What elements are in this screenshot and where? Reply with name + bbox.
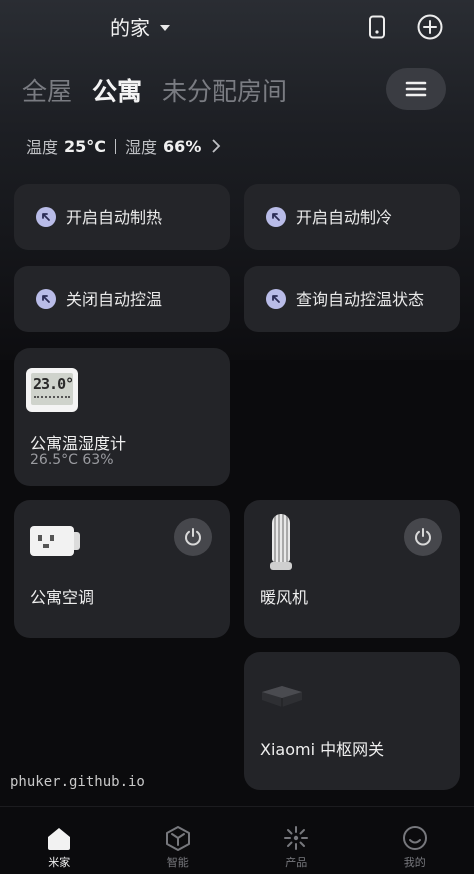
device-card-thermo-hygrometer[interactable]: 23.0° 公寓温湿度计 26.5°C 63% bbox=[14, 348, 230, 486]
device-icon-button[interactable] bbox=[360, 10, 394, 44]
climate-summary[interactable]: 温度 25°C 湿度 66% bbox=[26, 134, 221, 158]
room-tabs: 全屋 公寓 未分配房间 bbox=[22, 72, 287, 108]
home-name: 的家 bbox=[110, 16, 150, 40]
nav-products[interactable]: 产品 bbox=[237, 807, 356, 874]
thermometer-screen-value: 23.0° bbox=[33, 375, 74, 393]
thermometer-device-icon: 23.0° bbox=[26, 368, 78, 412]
nav-label: 米家 bbox=[48, 856, 71, 869]
device-status: 26.5°C 63% bbox=[30, 452, 114, 468]
humidity-value: 66% bbox=[163, 136, 202, 156]
cube-icon bbox=[165, 826, 190, 851]
device-name: 暖风机 bbox=[260, 588, 309, 607]
ac-companion-icon bbox=[30, 526, 80, 556]
hamburger-icon bbox=[405, 81, 427, 97]
nav-label: 产品 bbox=[285, 856, 308, 869]
watermark-text: phuker.github.io bbox=[10, 774, 145, 790]
tab-apartment[interactable]: 公寓 bbox=[92, 72, 142, 108]
chevron-right-icon bbox=[212, 139, 221, 153]
chevron-down-icon bbox=[160, 24, 170, 31]
nav-home[interactable]: 米家 bbox=[0, 807, 119, 874]
scene-arrow-icon bbox=[36, 289, 56, 309]
home-selector[interactable]: 的家 bbox=[110, 12, 170, 41]
bottom-nav: 米家 智能 产品 我的 bbox=[0, 806, 474, 874]
device-card-gateway[interactable]: Xiaomi 中枢网关 bbox=[244, 652, 460, 790]
scene-arrow-icon bbox=[266, 289, 286, 309]
scene-auto-heat-on[interactable]: 开启自动制热 bbox=[14, 184, 230, 250]
device-card-heater[interactable]: 暖风机 bbox=[244, 500, 460, 638]
scene-arrow-icon bbox=[266, 207, 286, 227]
tab-unassigned-rooms[interactable]: 未分配房间 bbox=[162, 72, 287, 108]
heater-device-icon bbox=[270, 514, 292, 570]
scene-label: 开启自动制热 bbox=[66, 207, 163, 227]
add-button[interactable] bbox=[413, 10, 447, 44]
nav-profile[interactable]: 我的 bbox=[356, 807, 474, 874]
power-icon bbox=[185, 528, 201, 546]
nav-label: 我的 bbox=[403, 856, 426, 869]
temperature-value: 25°C bbox=[64, 136, 107, 156]
room-menu-button[interactable] bbox=[386, 68, 446, 110]
scene-arrow-icon bbox=[36, 207, 56, 227]
scene-label: 关闭自动控温 bbox=[66, 289, 163, 309]
nav-smart[interactable]: 智能 bbox=[119, 807, 238, 874]
device-name: Xiaomi 中枢网关 bbox=[260, 740, 385, 759]
tab-whole-house[interactable]: 全屋 bbox=[22, 72, 72, 108]
divider bbox=[115, 138, 117, 154]
plus-circle-icon bbox=[417, 14, 443, 40]
scene-label: 开启自动制冷 bbox=[296, 207, 393, 227]
home-icon bbox=[48, 828, 71, 850]
heater-power-button[interactable] bbox=[404, 518, 442, 556]
device-card-air-conditioner[interactable]: 公寓空调 bbox=[14, 500, 230, 638]
smile-icon bbox=[402, 826, 427, 850]
scene-auto-cool-on[interactable]: 开启自动制冷 bbox=[244, 184, 460, 250]
temperature-label: 温度 bbox=[26, 138, 59, 157]
humidity-label: 湿度 bbox=[125, 138, 158, 157]
ac-power-button[interactable] bbox=[174, 518, 212, 556]
device-name: 公寓温湿度计 bbox=[30, 434, 127, 453]
phone-icon bbox=[369, 15, 385, 39]
scene-label: 查询自动控温状态 bbox=[296, 289, 425, 309]
scene-auto-temp-off[interactable]: 关闭自动控温 bbox=[14, 266, 230, 332]
power-icon bbox=[415, 528, 431, 546]
scene-query-auto-temp[interactable]: 查询自动控温状态 bbox=[244, 266, 460, 332]
sparkle-icon bbox=[284, 826, 309, 850]
nav-label: 智能 bbox=[166, 856, 189, 869]
gateway-device-icon bbox=[258, 680, 306, 710]
device-name: 公寓空调 bbox=[30, 588, 95, 607]
